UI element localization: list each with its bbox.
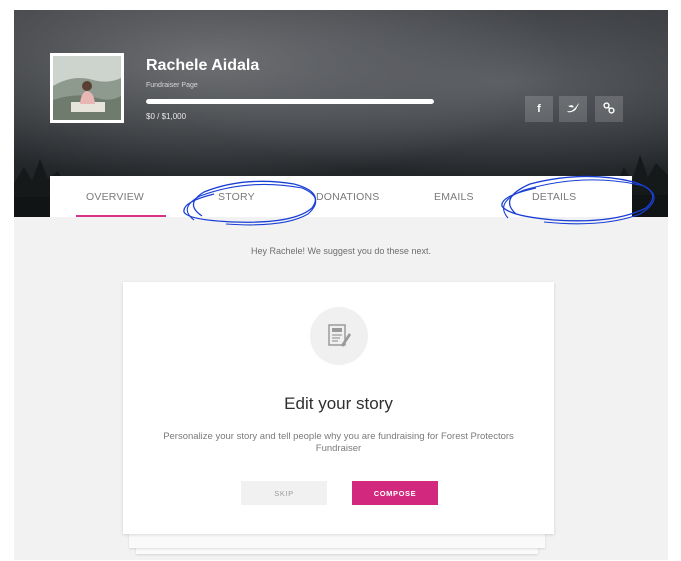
facebook-icon: f (537, 103, 541, 115)
active-tab-indicator (76, 215, 166, 217)
twitter-share-button[interactable] (559, 96, 587, 122)
tab-overview[interactable]: OVERVIEW (86, 176, 144, 217)
page-subtitle: Fundraiser Page (146, 82, 198, 89)
app-frame: Rachele Aidala Fundraiser Page $0 / $1,0… (14, 10, 668, 560)
compose-button[interactable]: COMPOSE (352, 481, 438, 505)
tab-donations[interactable]: DONATIONS (316, 176, 379, 217)
suggestion-card: Edit your story Personalize your story a… (123, 282, 554, 534)
edit-story-icon (310, 307, 368, 365)
progress-fill (146, 99, 434, 104)
fundraiser-name: Rachele Aidala (146, 57, 260, 74)
progress-bar (146, 99, 434, 104)
suggestion-text: Hey Rachele! We suggest you do these nex… (251, 246, 431, 256)
link-icon (603, 101, 615, 117)
tab-details[interactable]: DETAILS (532, 176, 576, 217)
copy-link-button[interactable] (595, 96, 623, 122)
skip-button[interactable]: SKIP (241, 481, 327, 505)
tab-story[interactable]: STORY (218, 176, 255, 217)
tab-emails[interactable]: EMAILS (434, 176, 474, 217)
card-description: Personalize your story and tell people w… (163, 431, 514, 454)
avatar (50, 53, 124, 123)
twitter-icon (567, 102, 579, 116)
raised-amount: $0 / $1,000 (146, 112, 187, 121)
facebook-share-button[interactable]: f (525, 96, 553, 122)
tab-bar: OVERVIEW STORY DONATIONS EMAILS DETAILS (50, 176, 632, 217)
card-title: Edit your story (284, 394, 393, 413)
